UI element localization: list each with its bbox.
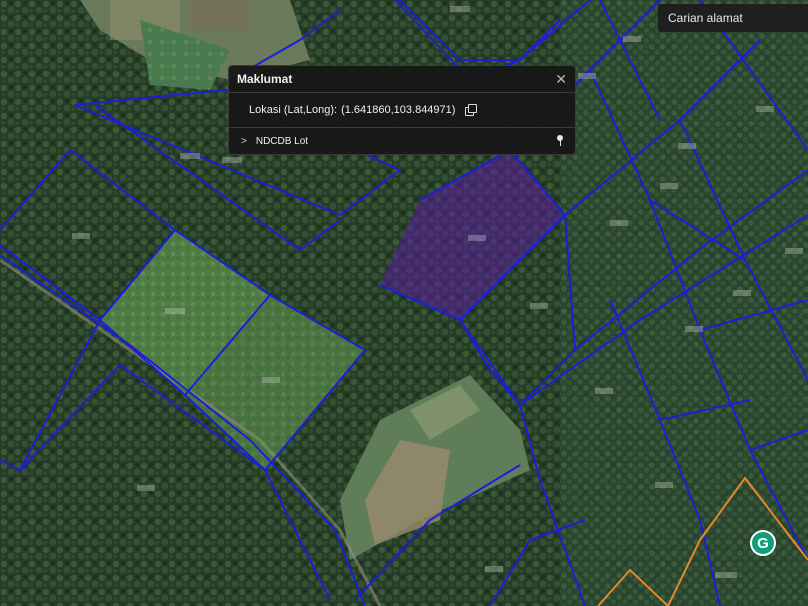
lot-number-label bbox=[530, 303, 548, 309]
grammarly-icon[interactable]: G bbox=[750, 530, 776, 556]
lot-number-label bbox=[180, 153, 200, 159]
info-panel: Maklumat ✕ Lokasi (Lat,Long): (1.641860,… bbox=[228, 65, 576, 155]
ndcdb-lot-left: > NDCDB Lot bbox=[241, 136, 308, 147]
close-icon[interactable]: ✕ bbox=[555, 72, 567, 86]
lot-number-label bbox=[785, 248, 803, 254]
lot-number-label bbox=[262, 377, 280, 383]
coordinate-row: Lokasi (Lat,Long): (1.641860,103.844971) bbox=[229, 93, 575, 128]
ndcdb-lot-expander[interactable]: > NDCDB Lot bbox=[229, 128, 575, 154]
lot-number-label bbox=[715, 572, 737, 578]
ndcdb-lot-label: NDCDB Lot bbox=[255, 135, 309, 147]
lot-number-label bbox=[578, 73, 596, 79]
info-panel-title: Maklumat bbox=[237, 72, 293, 86]
plot-top-left-b bbox=[190, 0, 250, 30]
info-panel-header: Maklumat ✕ bbox=[229, 66, 575, 93]
lot-number-label bbox=[222, 157, 242, 163]
copy-icon[interactable] bbox=[465, 104, 478, 116]
lot-number-label bbox=[450, 6, 470, 12]
coordinate-value: (1.641860,103.844971) bbox=[341, 104, 456, 116]
terrain-dense bbox=[560, 0, 808, 606]
pin-icon[interactable] bbox=[555, 135, 565, 147]
lot-number-label bbox=[485, 566, 503, 572]
lot-number-label bbox=[137, 485, 155, 491]
lot-number-label bbox=[756, 106, 774, 112]
lot-number-label bbox=[610, 220, 628, 226]
lot-number-label bbox=[623, 36, 641, 42]
coordinate-label: Lokasi (Lat,Long): bbox=[249, 104, 338, 116]
lot-number-label bbox=[660, 183, 678, 189]
lot-number-label bbox=[595, 388, 613, 394]
lot-number-label bbox=[655, 482, 673, 488]
lot-number-label bbox=[685, 326, 703, 332]
lot-number-label bbox=[733, 290, 751, 296]
address-search-label: Carian alamat bbox=[668, 11, 743, 25]
chevron-right-icon: > bbox=[241, 135, 247, 147]
lot-number-label bbox=[165, 308, 185, 314]
lot-number-label bbox=[468, 235, 486, 241]
lot-number-label bbox=[678, 143, 696, 149]
lot-number-label bbox=[72, 233, 90, 239]
address-search-input[interactable]: Carian alamat bbox=[658, 4, 808, 32]
grammarly-letter: G bbox=[757, 534, 769, 552]
